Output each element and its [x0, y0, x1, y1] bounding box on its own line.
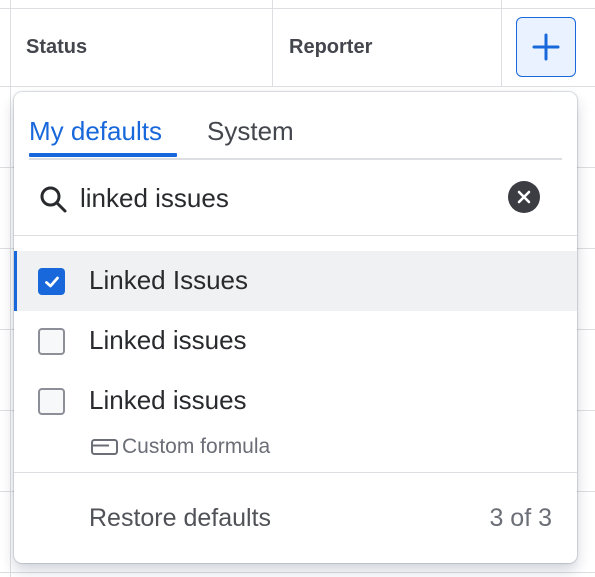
result-count: 3 of 3	[489, 504, 552, 532]
selection-indicator	[14, 251, 17, 311]
option-linked-issues-2[interactable]: Linked issues	[14, 311, 577, 371]
option-checkbox[interactable]	[38, 388, 65, 415]
search-icon	[40, 186, 67, 213]
column-picker-popup: My defaults System Linked Issues	[14, 92, 577, 563]
option-list: Linked Issues Linked issues Linked issue…	[14, 251, 577, 467]
active-tab-indicator	[29, 153, 177, 157]
checkmark-icon	[44, 276, 59, 287]
popup-footer: Restore defaults 3 of 3	[14, 472, 577, 563]
option-label: Linked Issues	[89, 265, 248, 295]
table-divider	[0, 86, 595, 87]
option-checkbox[interactable]	[38, 328, 65, 355]
table-divider	[272, 0, 273, 86]
tab-my-defaults[interactable]: My defaults	[29, 116, 162, 147]
option-sublabel-text: Custom formula	[122, 435, 271, 458]
table-divider	[501, 0, 502, 86]
option-sublabel: Custom formula	[91, 435, 270, 459]
add-column-button[interactable]	[516, 17, 576, 77]
option-label: Linked issues	[89, 385, 247, 415]
search-input[interactable]	[80, 174, 480, 222]
restore-defaults-button[interactable]: Restore defaults	[89, 504, 271, 533]
option-linked-issues-3[interactable]: Linked issues Custom formula	[14, 371, 577, 467]
clear-search-button[interactable]	[508, 181, 540, 213]
table-divider	[10, 0, 11, 577]
formula-icon	[91, 439, 118, 455]
table-divider	[0, 572, 595, 573]
column-header-reporter[interactable]: Reporter	[289, 36, 372, 59]
clear-icon	[517, 190, 531, 204]
tab-system[interactable]: System	[207, 116, 294, 147]
search-bar	[14, 160, 577, 236]
column-header-status[interactable]: Status	[26, 36, 87, 59]
option-checkbox[interactable]	[38, 268, 65, 295]
option-linked-issues-1[interactable]: Linked Issues	[14, 251, 577, 311]
plus-icon	[532, 33, 560, 61]
option-label: Linked issues	[89, 325, 247, 355]
tab-list: My defaults System	[29, 92, 562, 160]
table-divider	[0, 8, 595, 9]
